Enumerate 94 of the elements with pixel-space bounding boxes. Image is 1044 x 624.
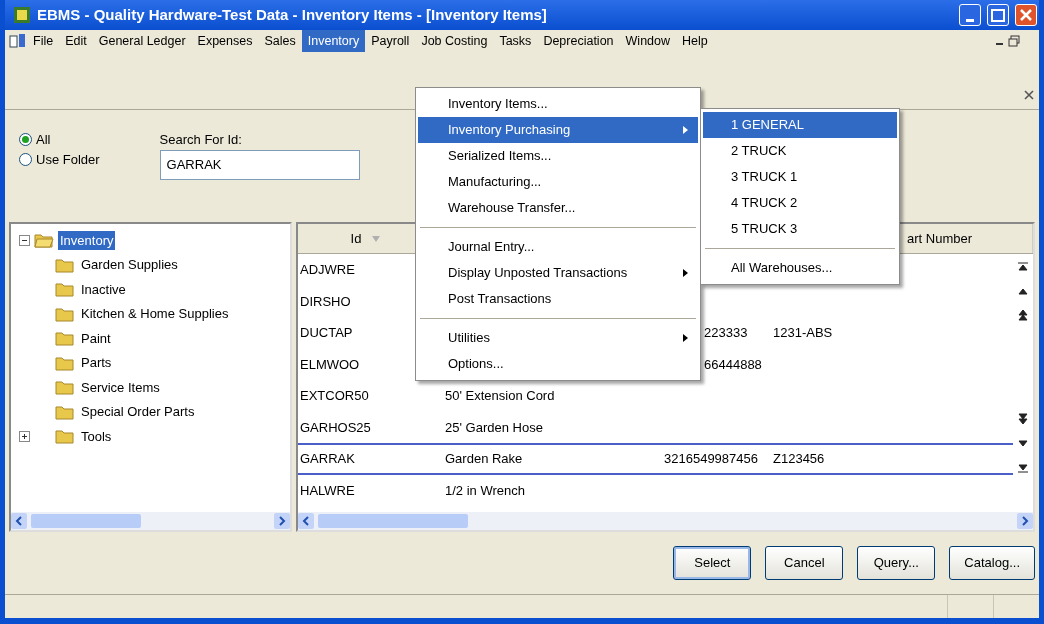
menu-item[interactable]: General Ledger (92, 29, 192, 53)
minimize-icon (966, 19, 974, 22)
table-cell: GARHOS25 (300, 419, 371, 435)
menu-item[interactable]: Post Transactions (418, 286, 698, 312)
folder-icon (34, 231, 54, 250)
dialog-button[interactable]: Cancel (765, 546, 844, 580)
horizontal-scrollbar[interactable] (298, 512, 1033, 530)
tree-item[interactable]: Inventory (58, 230, 116, 250)
page-up-icon[interactable] (1016, 308, 1030, 322)
folder-icon (55, 280, 75, 299)
minimize-button[interactable] (959, 4, 981, 26)
window-title: EBMS - Quality Hardware-Test Data - Inventory Items - [Inventory Items] (37, 4, 548, 25)
table-cell: 1231-ABS (773, 325, 833, 340)
scroll-left-icon[interactable] (298, 513, 314, 529)
table-cell: EXTCOR50 (300, 388, 369, 403)
table-cell: DIRSHO (300, 293, 351, 309)
menu-item[interactable]: Tasks (493, 29, 538, 53)
menu-item[interactable]: 4 TRUCK 2 (703, 190, 897, 216)
column-header[interactable]: art Number (907, 228, 973, 249)
radio-label: Use Folder (36, 150, 100, 169)
menu-item[interactable]: File (27, 29, 60, 53)
maximize-icon (991, 8, 1005, 22)
menu-item[interactable]: Serialized Items... (418, 143, 698, 169)
menu-item[interactable]: Payroll (365, 29, 416, 53)
menu-item[interactable]: All Warehouses... (703, 255, 897, 281)
tree-item[interactable]: Garden Supplies (79, 255, 180, 275)
table-cell: Z123456 (773, 451, 825, 466)
close-icon (1020, 9, 1032, 21)
dialog-button[interactable]: Query... (857, 546, 936, 580)
table-cell: ADJWRE (300, 262, 355, 277)
menu-item[interactable]: Depreciation (537, 29, 620, 53)
menu-item[interactable]: Inventory (301, 29, 366, 53)
menu-item[interactable]: Help (676, 29, 714, 53)
menu-item[interactable]: Warehouse Transfer... (418, 195, 698, 221)
menu-item[interactable]: Options... (418, 351, 698, 377)
folder-icon (55, 427, 75, 446)
expand-icon[interactable] (19, 430, 30, 442)
menu-item[interactable]: Expenses (191, 29, 259, 53)
menu-item[interactable]: Inventory Items... (418, 91, 698, 117)
radio-label: All (36, 131, 51, 149)
tree-item[interactable]: Inactive (79, 279, 128, 299)
tree-item[interactable]: Service Items (79, 377, 162, 397)
menu-item[interactable]: Window (619, 29, 677, 53)
search-label: Search For Id: (159, 131, 243, 149)
table-cell: Garden Rake (445, 451, 523, 466)
page-down-icon[interactable] (1016, 412, 1030, 426)
scroll-right-icon[interactable] (1017, 513, 1033, 529)
maximize-button[interactable] (987, 4, 1009, 26)
table-cell: 25' Garden Hose (445, 419, 543, 435)
scroll-left-icon[interactable] (11, 513, 27, 529)
folder-icon (55, 378, 75, 397)
table-cell: 50' Extension Cord (445, 388, 555, 403)
menu-item[interactable]: Edit (59, 29, 93, 53)
close-button[interactable] (1015, 4, 1037, 26)
menu-item[interactable]: Inventory Purchasing (418, 117, 698, 143)
tree-item[interactable]: Special Order Parts (79, 402, 197, 422)
collapse-icon[interactable] (19, 234, 30, 246)
close-icon[interactable] (1023, 89, 1035, 101)
restore-icon[interactable] (1007, 34, 1021, 48)
first-page-icon[interactable] (1016, 260, 1030, 274)
menu-item[interactable]: Manufacturing... (418, 169, 698, 195)
table-cell: HALWRE (300, 482, 355, 498)
tree-item[interactable]: Parts (79, 353, 114, 373)
tree-item[interactable]: Paint (79, 328, 113, 348)
table-cell: 3216549987456 (664, 451, 758, 466)
tree-item[interactable]: Kitchen & Home Supplies (79, 304, 231, 324)
menu-item[interactable]: 5 TRUCK 3 (703, 216, 897, 242)
menu-item[interactable]: 2 TRUCK (703, 138, 897, 164)
menu-item[interactable]: 1 GENERAL (703, 112, 897, 138)
folder-icon (55, 329, 75, 348)
table-cell: 223333 (704, 325, 748, 340)
table-cell: GARRAK (300, 451, 355, 466)
document-icon[interactable] (9, 33, 27, 49)
menu-item[interactable]: Sales (258, 29, 302, 53)
selected-row[interactable]: GARRAK Garden Rake 3216549987456 Z123456 (298, 443, 1013, 475)
radio-button[interactable] (19, 152, 32, 166)
dialog-button[interactable]: Catalog... (949, 546, 1035, 580)
tree-item[interactable]: Tools (79, 426, 114, 446)
app-icon (13, 6, 31, 24)
column-header[interactable]: Id (350, 228, 362, 249)
table-cell: 66444888 (704, 356, 762, 372)
table-cell: DUCTAP (300, 325, 353, 340)
menu-item[interactable]: Utilities (418, 325, 698, 351)
menu-item[interactable]: Display Unposted Transactions (418, 260, 698, 286)
menu-item[interactable]: Job Costing (415, 29, 494, 53)
scroll-right-icon[interactable] (274, 513, 290, 529)
menu-item[interactable]: Journal Entry... (418, 234, 698, 260)
table-cell: 1/2 in Wrench (445, 482, 525, 498)
radio-button[interactable] (19, 133, 32, 147)
search-field[interactable]: GARRAK (159, 149, 360, 180)
menu-item[interactable]: 3 TRUCK 1 (703, 164, 897, 190)
horizontal-scrollbar[interactable] (11, 512, 290, 530)
dialog-button[interactable]: Select (673, 546, 752, 580)
table-cell: ELMWOO (300, 356, 360, 372)
